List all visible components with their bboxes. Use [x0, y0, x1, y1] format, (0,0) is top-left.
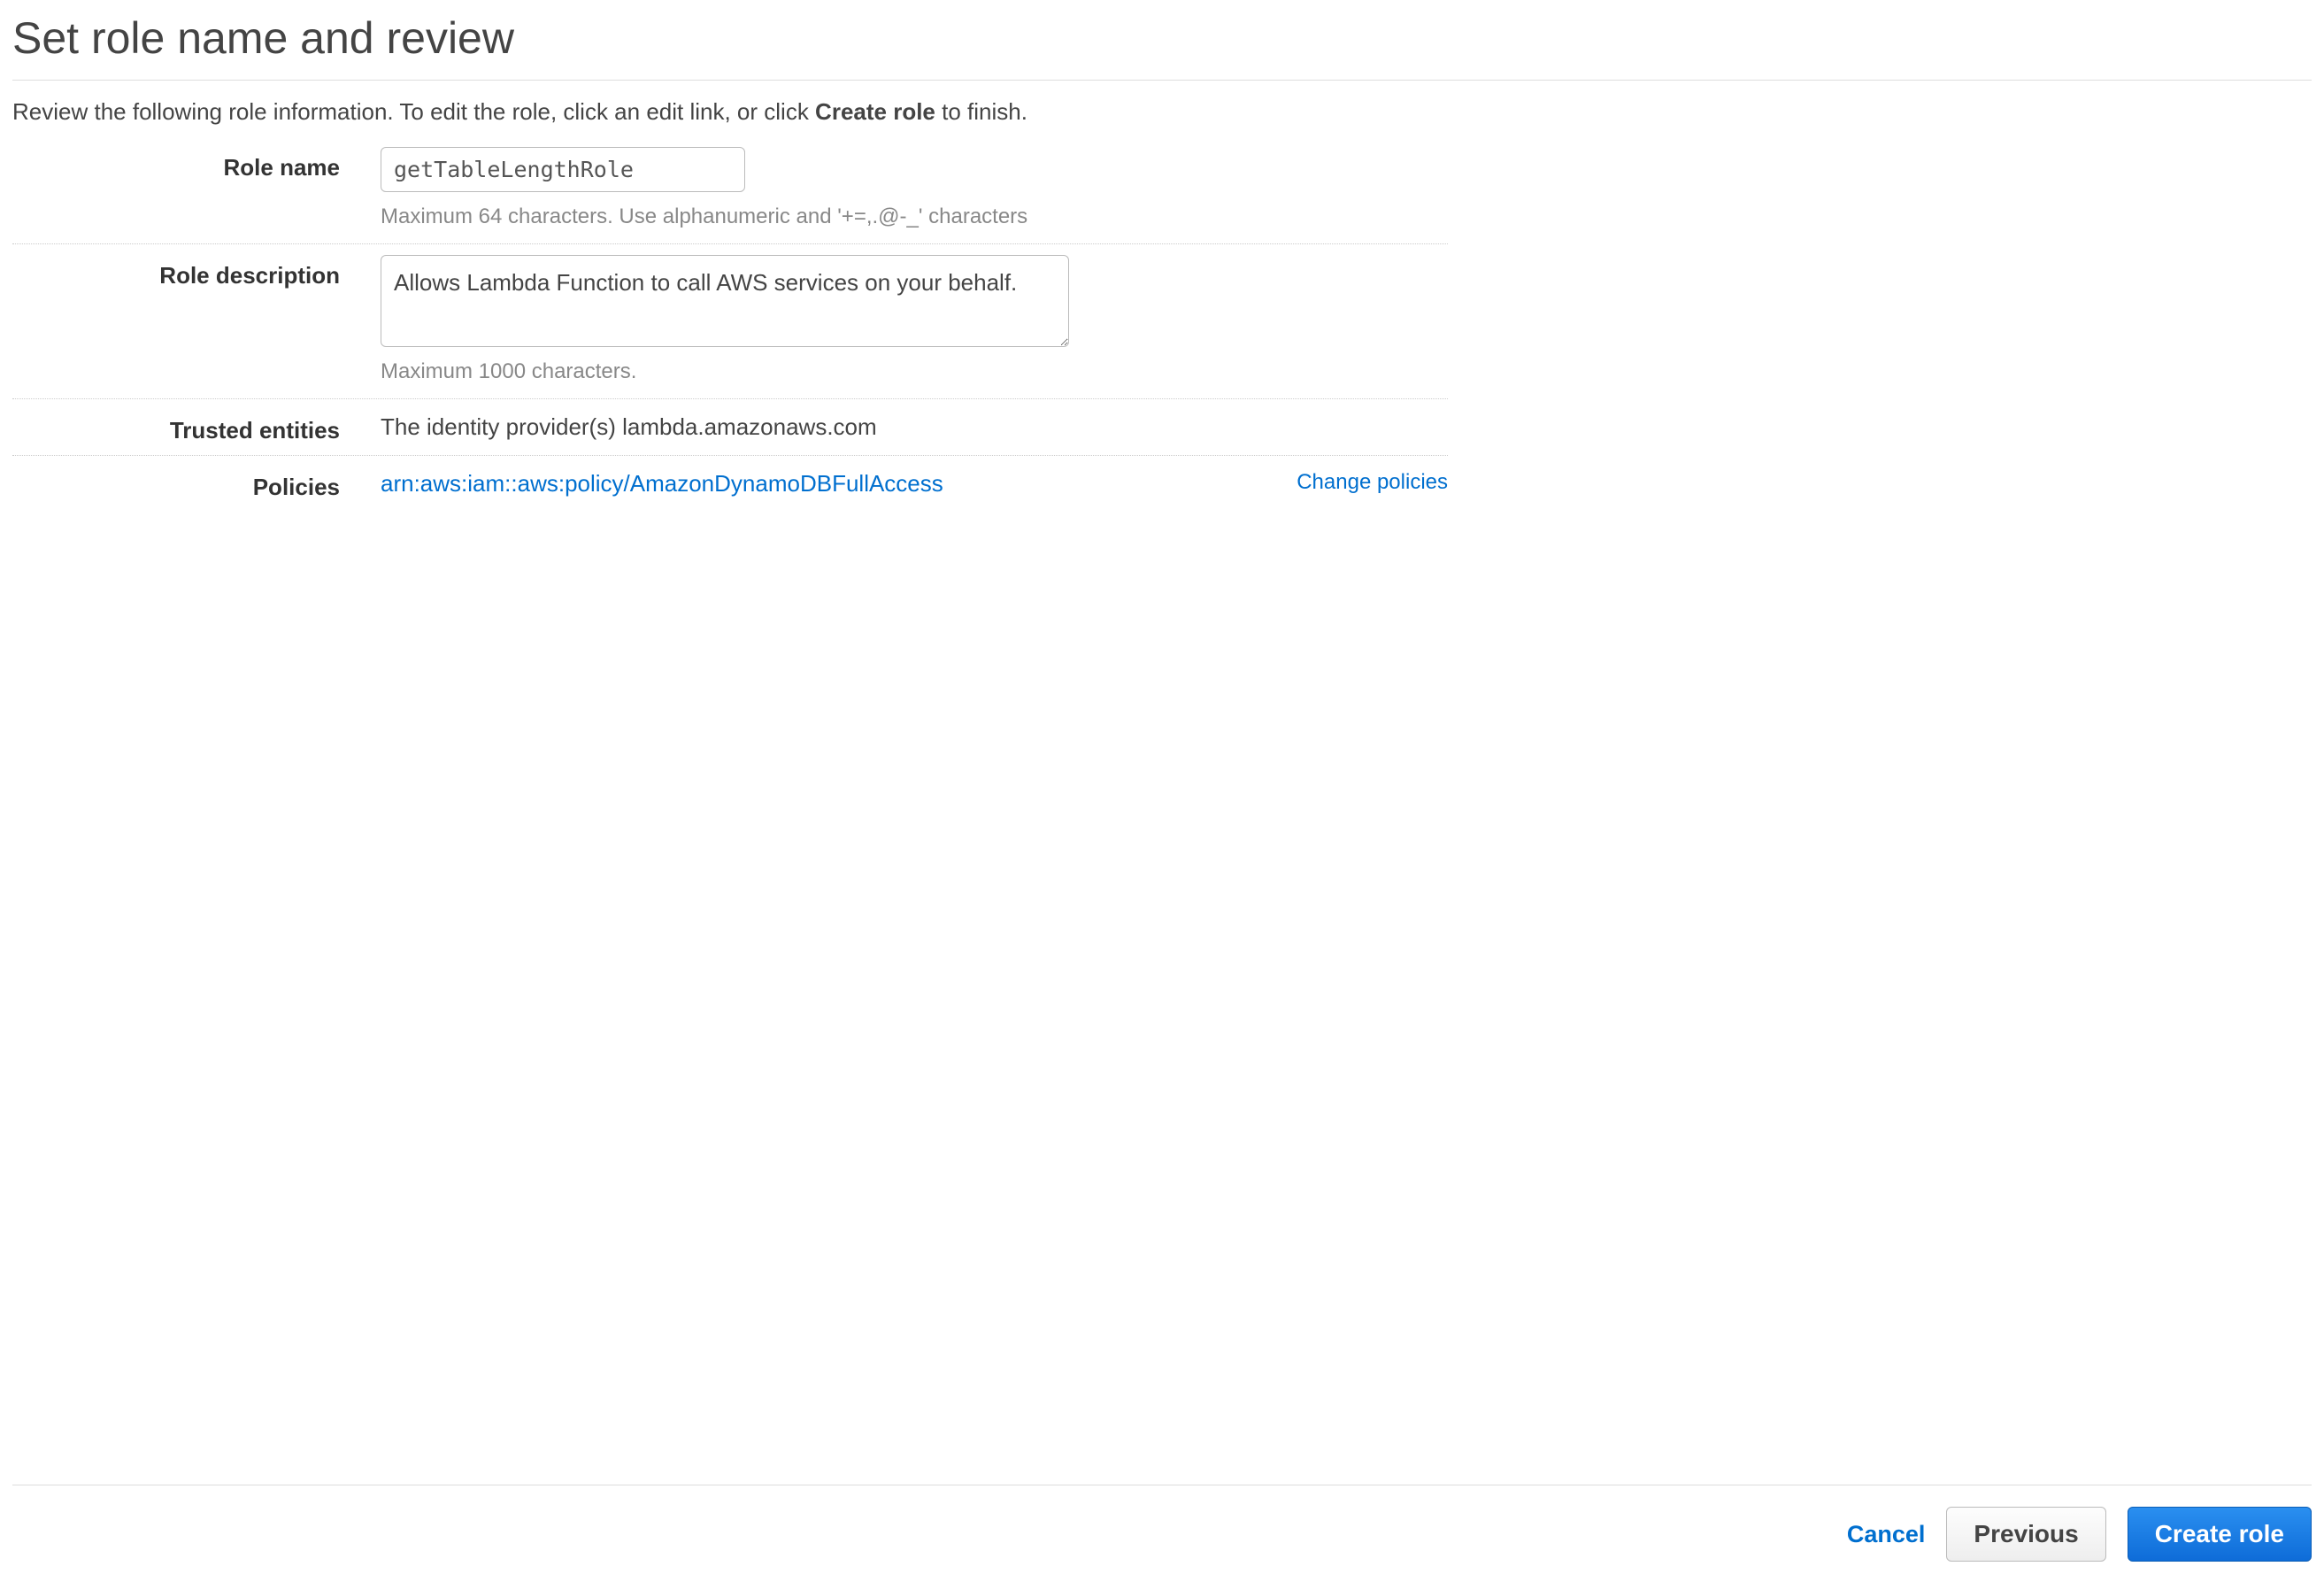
role-name-hint: Maximum 64 characters. Use alphanumeric … — [381, 204, 1027, 229]
previous-button[interactable]: Previous — [1946, 1507, 2105, 1562]
intro-bold: Create role — [815, 98, 935, 125]
role-description-label: Role description — [12, 255, 381, 289]
intro-prefix: Review the following role information. T… — [12, 98, 815, 125]
divider — [12, 80, 2312, 81]
policies-label: Policies — [12, 467, 381, 501]
role-description-input[interactable]: Allows Lambda Function to call AWS servi… — [381, 255, 1069, 347]
policy-arn-link[interactable]: arn:aws:iam::aws:policy/AmazonDynamoDBFu… — [381, 467, 943, 498]
page-title: Set role name and review — [12, 12, 2312, 64]
trusted-entities-value: The identity provider(s) lambda.amazonaw… — [381, 410, 877, 441]
intro-suffix: to finish. — [935, 98, 1027, 125]
role-name-input[interactable] — [381, 147, 745, 192]
intro-text: Review the following role information. T… — [12, 98, 2312, 126]
footer: Cancel Previous Create role — [12, 1485, 2312, 1562]
row-trusted-entities: Trusted entities The identity provider(s… — [12, 398, 1448, 455]
cancel-button[interactable]: Cancel — [1847, 1521, 1926, 1548]
change-policies-link[interactable]: Change policies — [1297, 467, 1448, 495]
form-area: Role name Maximum 64 characters. Use alp… — [12, 147, 1448, 512]
row-policies: Policies arn:aws:iam::aws:policy/AmazonD… — [12, 455, 1448, 512]
create-role-button[interactable]: Create role — [2128, 1507, 2312, 1562]
role-name-label: Role name — [12, 147, 381, 181]
role-description-hint: Maximum 1000 characters. — [381, 359, 1069, 384]
trusted-entities-label: Trusted entities — [12, 410, 381, 444]
row-role-name: Role name Maximum 64 characters. Use alp… — [12, 147, 1448, 243]
row-role-description: Role description Allows Lambda Function … — [12, 243, 1448, 398]
